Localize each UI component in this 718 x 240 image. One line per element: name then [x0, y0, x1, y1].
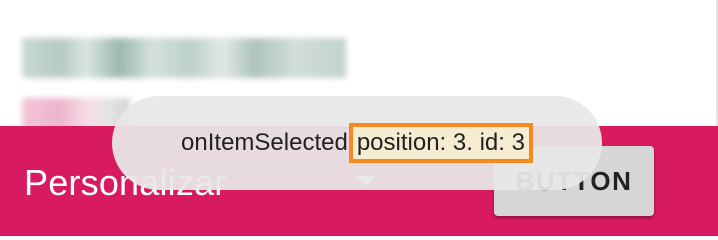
toast-message: onItemSelected position: 3. id: 3 — [112, 96, 602, 190]
toast-highlighted-text: position: 3. id: 3 — [348, 123, 533, 163]
blurred-text-line — [22, 38, 346, 78]
toast-text: onItemSelected — [181, 129, 348, 156]
